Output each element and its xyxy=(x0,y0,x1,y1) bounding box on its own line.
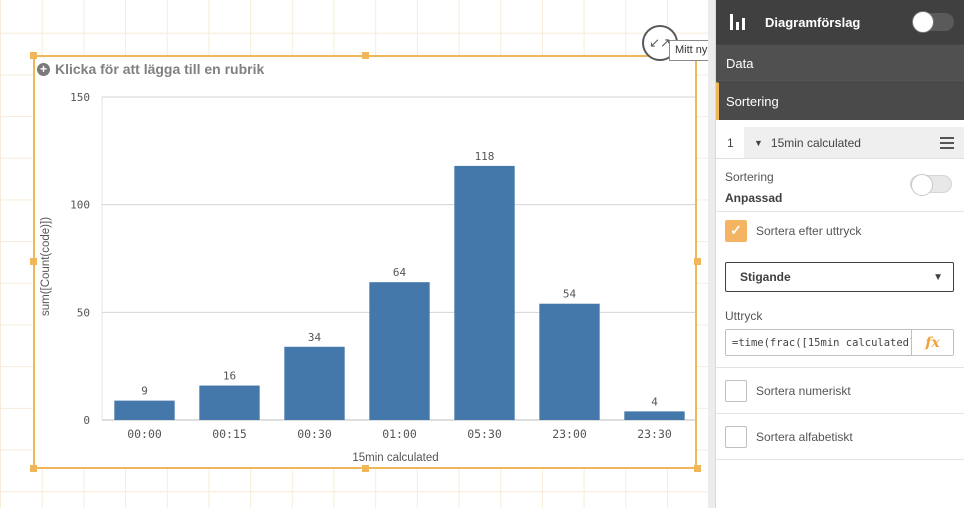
sort-by-expression-row[interactable]: ✓ Sortera efter uttryck xyxy=(716,212,964,249)
panel-title: Diagramförslag xyxy=(765,14,861,30)
sort-index: 1 xyxy=(716,127,744,158)
expression-row: fx xyxy=(725,329,954,356)
sheet-canvas[interactable]: + Klicka för att lägga till en rubrik 05… xyxy=(0,0,708,508)
sort-alpha-label: Sortera alfabetiskt xyxy=(756,429,853,444)
resize-handle[interactable] xyxy=(694,258,701,265)
sort-numeric-label: Sortera numeriskt xyxy=(756,383,851,398)
x-tick-label: 05:30 xyxy=(467,427,502,441)
nav-sorting[interactable]: Sortering xyxy=(716,82,964,120)
resize-handle[interactable] xyxy=(694,465,701,472)
bar xyxy=(114,400,175,420)
data-label: 64 xyxy=(393,266,407,279)
sort-alpha-row[interactable]: Sortera alfabetiskt xyxy=(716,413,964,459)
bar xyxy=(454,165,515,420)
resize-handle[interactable] xyxy=(362,465,369,472)
sort-numeric-row[interactable]: Sortera numeriskt xyxy=(716,367,964,413)
caret-down-icon[interactable]: ▼ xyxy=(754,138,763,148)
fx-icon[interactable]: fx xyxy=(911,330,953,355)
panel-bottom-divider xyxy=(716,459,964,489)
x-tick-label: 23:00 xyxy=(552,427,587,441)
sort-alpha-checkbox[interactable] xyxy=(725,425,747,448)
expression-label: Uttryck xyxy=(725,309,763,323)
y-axis-title: sum([Count(code)]) xyxy=(40,217,52,316)
x-tick-label: 00:00 xyxy=(127,427,162,441)
bar-chart: 0 50 100 150 9 00:00 16 00:15 34 00:30 64 01:00 118 0… xyxy=(40,91,695,464)
bar xyxy=(539,303,600,420)
bar xyxy=(284,346,345,420)
y-tick-label: 50 xyxy=(77,306,90,319)
drag-menu-icon[interactable] xyxy=(940,136,954,149)
sorting-toggle[interactable] xyxy=(910,174,952,196)
bar-chart-object[interactable]: + Klicka för att lägga till en rubrik 05… xyxy=(33,55,697,469)
resize-handle[interactable] xyxy=(30,258,37,265)
bar xyxy=(369,282,430,420)
data-label: 16 xyxy=(223,370,236,383)
properties-panel: Diagramförslag Data Sortering 1 ▼ 15min … xyxy=(716,0,964,508)
x-tick-label: 23:30 xyxy=(637,427,672,441)
sort-by-expression-checkbox[interactable]: ✓ xyxy=(725,219,747,242)
resize-handle[interactable] xyxy=(362,52,369,59)
y-tick-label: 0 xyxy=(83,414,90,427)
chart-suggestions-toggle[interactable] xyxy=(912,11,954,33)
bar xyxy=(199,385,260,420)
sort-by-expression-label: Sortera efter uttryck xyxy=(756,223,862,238)
sort-field-row[interactable]: 1 ▼ 15min calculated xyxy=(716,127,964,159)
panel-header: Diagramförslag xyxy=(716,0,964,44)
bar-chart-icon xyxy=(730,14,748,30)
x-tick-label: 00:15 xyxy=(212,427,247,441)
x-tick-label: 00:30 xyxy=(297,427,332,441)
nav-data[interactable]: Data xyxy=(716,44,964,82)
data-label: 34 xyxy=(308,331,322,344)
x-axis-title: 15min calculated xyxy=(352,452,438,464)
y-tick-label: 150 xyxy=(70,91,90,104)
resize-handle[interactable] xyxy=(30,465,37,472)
data-label: 54 xyxy=(563,288,577,301)
data-label: 9 xyxy=(141,385,148,398)
expression-input[interactable] xyxy=(726,330,911,355)
order-select-value: Stigande xyxy=(740,270,791,284)
x-tick-label: 01:00 xyxy=(382,427,417,441)
y-tick-label: 100 xyxy=(70,199,90,212)
data-label: 4 xyxy=(651,395,658,408)
resize-handle[interactable] xyxy=(30,52,37,59)
order-select[interactable]: Stigande ▼ xyxy=(725,262,954,292)
caret-down-icon: ▼ xyxy=(933,271,943,283)
bar xyxy=(624,411,685,420)
panel-divider[interactable] xyxy=(708,0,716,508)
sort-numeric-checkbox[interactable] xyxy=(725,379,747,402)
sorting-section: Sortering Anpassad xyxy=(716,159,964,212)
data-label: 118 xyxy=(475,150,495,163)
sort-field-name: 15min calculated xyxy=(770,135,861,150)
